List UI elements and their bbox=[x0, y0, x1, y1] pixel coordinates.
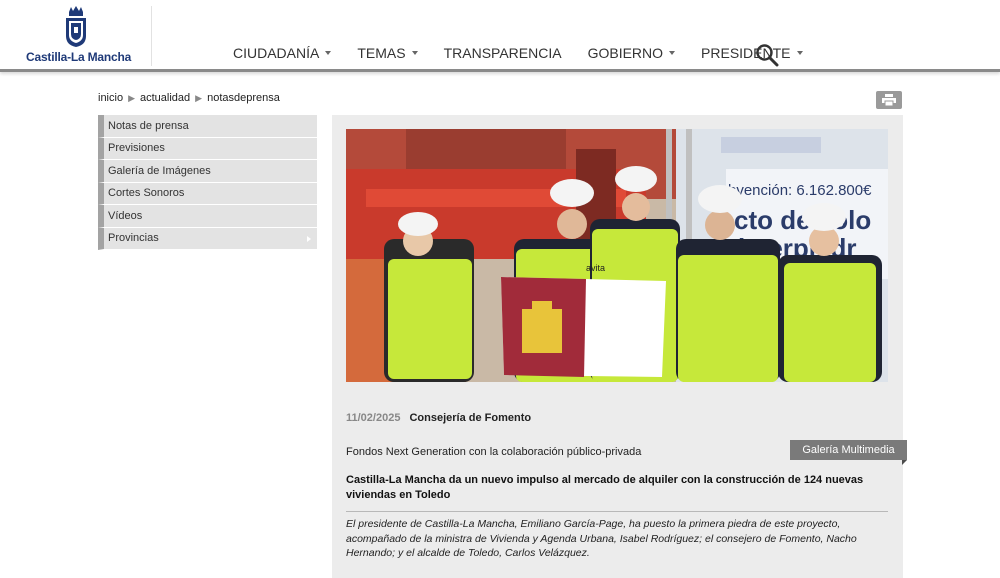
sidebar-item-provincias[interactable]: Provincias bbox=[98, 227, 317, 250]
header-divider bbox=[151, 6, 152, 66]
article-panel: bvención: 6.162.800€ cto de colo imerpie… bbox=[332, 115, 907, 578]
chevron-down-icon bbox=[669, 51, 676, 55]
sidebar-item-label: Provincias bbox=[108, 232, 159, 245]
divider bbox=[346, 511, 888, 512]
sidebar-item-galeria-imagenes[interactable]: Galería de Imágenes bbox=[98, 160, 317, 183]
breadcrumb: inicio ▶ actualidad ▶ notasdeprensa bbox=[98, 92, 280, 104]
sidebar-item-label: Cortes Sonoros bbox=[108, 187, 185, 200]
site-header: Castilla-La Mancha CIUDADANÍA TEMAS TRAN… bbox=[0, 0, 1000, 72]
main-nav: CIUDADANÍA TEMAS TRANSPARENCIA GOBIERNO … bbox=[233, 44, 829, 62]
sidebar-item-label: Notas de prensa bbox=[108, 119, 189, 132]
gallery-button-label: Galería Multimedia bbox=[802, 444, 895, 456]
nav-label: GOBIERNO bbox=[587, 45, 664, 61]
article-summary: El presidente de Castilla-La Mancha, Emi… bbox=[346, 518, 857, 559]
nav-label: CIUDADANÍA bbox=[233, 45, 320, 61]
sidebar-item-label: Vídeos bbox=[108, 209, 143, 222]
nav-item-gobierno[interactable]: GOBIERNO bbox=[587, 44, 676, 62]
nav-item-ciudadania[interactable]: CIUDADANÍA bbox=[233, 44, 332, 62]
sidebar-item-videos[interactable]: Vídeos bbox=[98, 205, 317, 228]
breadcrumb-item-current: notasdeprensa bbox=[207, 92, 280, 104]
chevron-down-icon bbox=[325, 51, 332, 55]
logo-text: Castilla-La Mancha bbox=[26, 50, 132, 64]
chevron-right-icon bbox=[307, 235, 311, 242]
ribbon-fold bbox=[902, 460, 907, 465]
nav-item-transparencia[interactable]: TRANSPARENCIA bbox=[444, 44, 562, 62]
chevron-down-icon bbox=[411, 51, 418, 55]
chevron-right-icon: ▶ bbox=[128, 92, 135, 103]
article-subtitle: Fondos Next Generation con la colaboraci… bbox=[346, 446, 642, 458]
article-photo[interactable]: bvención: 6.162.800€ cto de colo imerpie… bbox=[346, 129, 888, 382]
gallery-multimedia-button[interactable]: Galería Multimedia bbox=[790, 440, 907, 465]
chevron-right-icon: ▶ bbox=[195, 92, 203, 103]
sidebar-item-previsiones[interactable]: Previsiones bbox=[98, 137, 317, 160]
site-logo[interactable]: Castilla-La Mancha bbox=[26, 6, 132, 68]
article-headline: Castilla-La Mancha da un nuevo impulso a… bbox=[346, 474, 864, 501]
print-button[interactable] bbox=[876, 91, 902, 109]
vest-logo-text: avita bbox=[586, 263, 605, 273]
breadcrumb-item[interactable]: actualidad bbox=[140, 92, 190, 104]
chevron-down-icon bbox=[796, 51, 803, 55]
nav-label: TRANSPARENCIA bbox=[443, 45, 562, 61]
sidebar-item-label: Galería de Imágenes bbox=[108, 164, 211, 177]
article-meta: 11/02/2025 Consejería de Fomento bbox=[346, 412, 531, 424]
sidebar-item-cortes-sonoros[interactable]: Cortes Sonoros bbox=[98, 182, 317, 205]
print-icon bbox=[882, 94, 896, 106]
photo-banner-text: bvención: 6.162.800€ bbox=[728, 182, 872, 199]
article-date: 11/02/2025 bbox=[346, 412, 401, 424]
sidebar-item-notas-de-prensa[interactable]: Notas de prensa bbox=[98, 115, 317, 138]
search-icon[interactable] bbox=[755, 43, 779, 67]
nav-label: TEMAS bbox=[357, 45, 406, 61]
coat-of-arms-icon bbox=[66, 6, 86, 47]
regional-flag bbox=[501, 277, 666, 377]
nav-item-temas[interactable]: TEMAS bbox=[357, 44, 418, 62]
sidebar-menu: Notas de prensa Previsiones Galería de I… bbox=[98, 115, 317, 250]
breadcrumb-item[interactable]: inicio bbox=[98, 92, 123, 104]
nav-item-presidente[interactable]: PRESIDENTE bbox=[701, 44, 803, 62]
sidebar-item-label: Previsiones bbox=[108, 142, 165, 155]
article-department[interactable]: Consejería de Fomento bbox=[409, 412, 531, 424]
